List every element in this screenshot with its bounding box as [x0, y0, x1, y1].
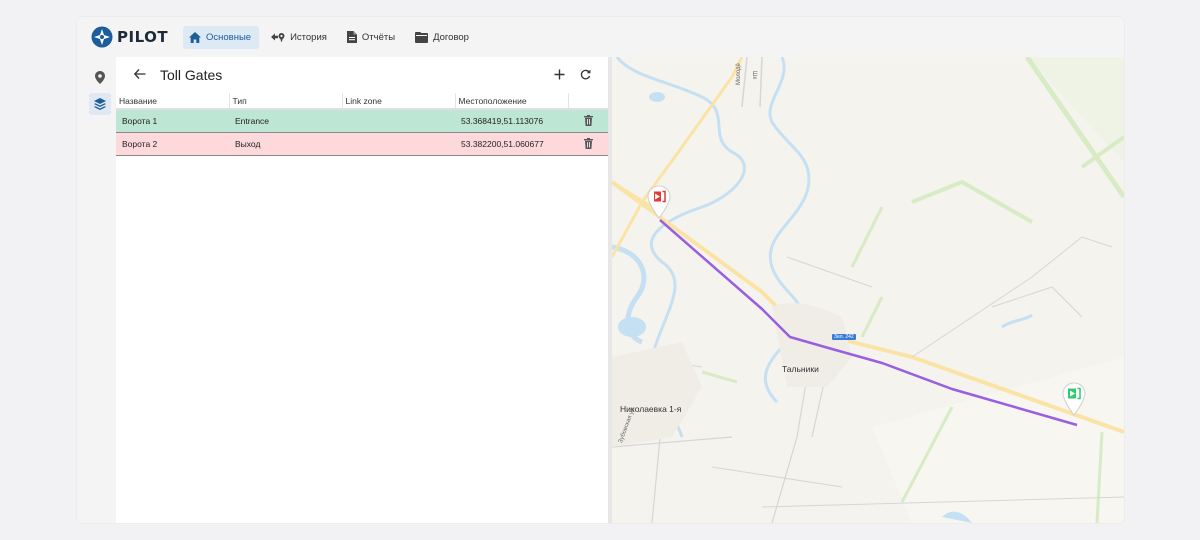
cell-name: Ворота 2 [116, 132, 229, 156]
table-header-row: Название Тип Link zone Местоположение [116, 93, 608, 110]
nav-item-reports[interactable]: Отчёты [341, 26, 403, 49]
column-header-actions [568, 93, 608, 110]
contract-icon [415, 31, 429, 43]
history-icon [271, 32, 285, 42]
column-header-name[interactable]: Название [116, 93, 230, 110]
cell-actions [568, 109, 608, 133]
delete-button[interactable] [574, 115, 602, 127]
location-pin-icon [95, 70, 105, 84]
rail-button-locations[interactable] [89, 66, 111, 88]
app-window: PILOT Основные История Отчёты Договор To… [77, 17, 1124, 523]
column-header-location[interactable]: Местоположение [455, 93, 569, 110]
panel-title: Toll Gates [160, 67, 223, 83]
refresh-button[interactable] [578, 67, 592, 81]
nav-item-label: Отчёты [361, 31, 396, 43]
logo-text: PILOT [117, 28, 169, 46]
cell-name: Ворота 1 [116, 109, 229, 133]
top-bar: PILOT Основные История Отчёты Договор [77, 17, 1124, 57]
nav-item-label: История [290, 31, 327, 43]
nav-item-main[interactable]: Основные [183, 25, 260, 49]
toll-gates-panel: Toll Gates Название Тип Link zone Местоп… [116, 57, 608, 523]
nav-item-history[interactable]: История [265, 26, 335, 49]
rail-button-layers[interactable] [89, 93, 111, 115]
cell-type: Entrance [229, 109, 342, 133]
side-rail [77, 57, 115, 523]
cell-location: 53.368419,51.113076 [455, 109, 568, 133]
exit-gate-marker[interactable] [647, 185, 671, 219]
table-row[interactable]: Ворота 1 Entrance 53.368419,51.113076 [116, 109, 608, 133]
home-icon [189, 31, 201, 43]
layers-icon [94, 98, 106, 110]
panel-header: Toll Gates [116, 57, 608, 93]
plus-icon [554, 69, 564, 79]
entrance-marker-icon [1062, 382, 1086, 416]
cell-link-zone [342, 132, 455, 156]
toll-gates-table: Название Тип Link zone Местоположение Во… [116, 93, 608, 156]
exit-marker-icon [647, 185, 671, 219]
road-number-badge: Зел. 242 [832, 334, 856, 340]
entrance-gate-marker[interactable] [1062, 382, 1086, 416]
trash-icon [583, 115, 593, 127]
nav-item-label: Договор [433, 31, 469, 43]
pilot-logo-icon [91, 26, 113, 48]
cell-type: Выход [229, 132, 342, 156]
map-view[interactable]: Тальники Николаевка 1-я Зубовская ул. Мо… [612, 57, 1124, 523]
add-button[interactable] [552, 67, 566, 81]
column-header-link-zone[interactable]: Link zone [342, 93, 456, 110]
refresh-icon [580, 69, 590, 79]
map-label-street: Шк [751, 71, 757, 80]
report-icon [346, 31, 357, 43]
nav-item-contract[interactable]: Договор [409, 26, 477, 49]
main-nav: Основные История Отчёты Договор [183, 25, 483, 49]
arrow-left-icon [134, 69, 146, 79]
delete-button[interactable] [574, 138, 602, 149]
table-row[interactable]: Ворота 2 Выход 53.382200,51.060677 [116, 132, 608, 156]
cell-actions [568, 132, 608, 156]
map-label-village: Тальники [782, 364, 819, 374]
column-header-type[interactable]: Тип [229, 93, 343, 110]
cell-link-zone [342, 109, 455, 133]
map-canvas [612, 57, 1124, 523]
trash-icon [583, 138, 593, 149]
back-button[interactable] [134, 66, 148, 82]
map-label-street: Молодё [736, 63, 742, 85]
cell-location: 53.382200,51.060677 [455, 132, 568, 156]
nav-item-label: Основные [206, 31, 252, 43]
logo[interactable]: PILOT [91, 25, 183, 49]
